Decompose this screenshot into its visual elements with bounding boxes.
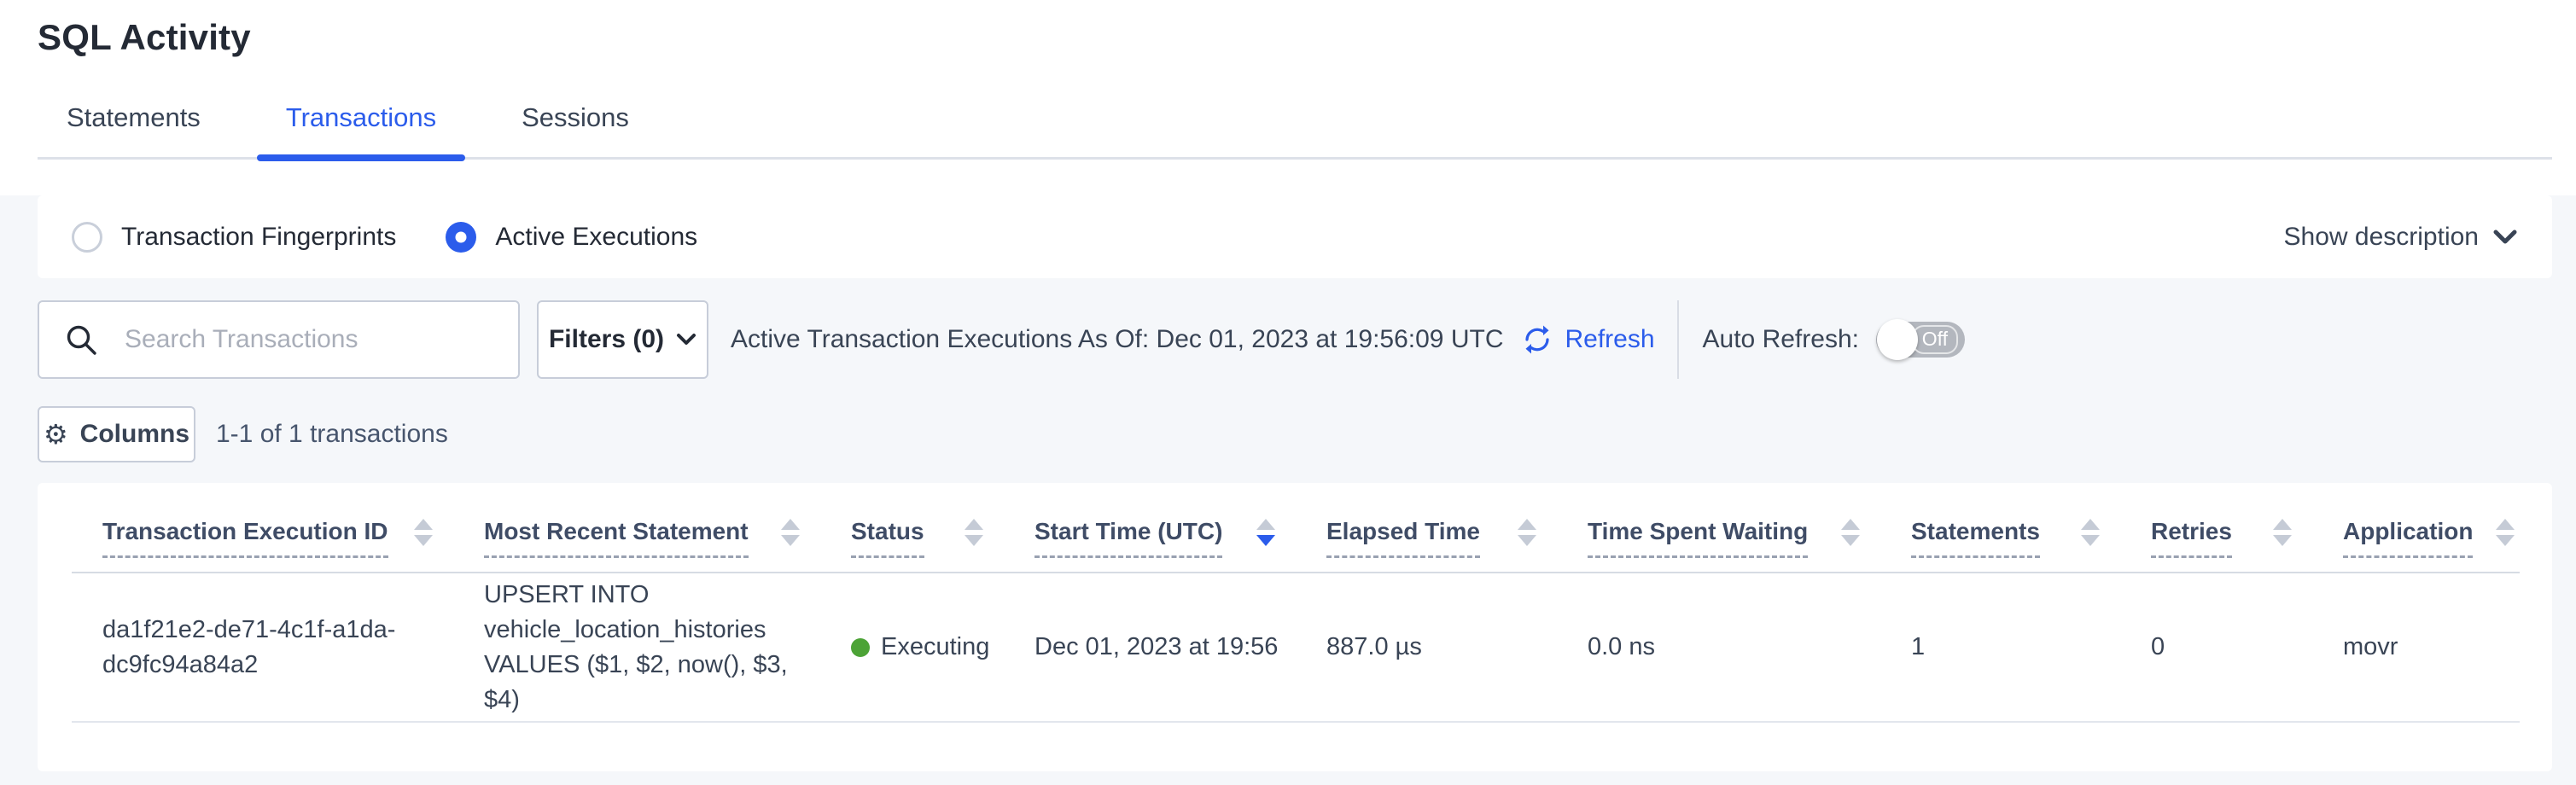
sort-icon bbox=[1841, 519, 1860, 546]
toggle-state-label: Off bbox=[1912, 325, 1958, 354]
columns-button-label: Columns bbox=[80, 420, 189, 449]
column-header-start-time[interactable]: Start Time (UTC) bbox=[1034, 483, 1326, 573]
search-input[interactable] bbox=[38, 300, 520, 379]
executing-status-dot bbox=[851, 638, 870, 657]
radio-label: Active Executions bbox=[495, 223, 697, 252]
column-header-application[interactable]: Application bbox=[2343, 483, 2520, 573]
result-count: 1-1 of 1 transactions bbox=[216, 420, 448, 449]
auto-refresh-label: Auto Refresh: bbox=[1703, 325, 1859, 354]
sort-icon bbox=[414, 519, 433, 546]
show-description-label: Show description bbox=[2284, 223, 2479, 252]
transactions-table: Transaction Execution ID Most Recent Sta… bbox=[72, 483, 2520, 723]
sort-icon bbox=[965, 519, 983, 546]
tab-transactions[interactable]: Transactions bbox=[257, 102, 465, 157]
sort-icon bbox=[1518, 519, 1536, 546]
radio-label: Transaction Fingerprints bbox=[121, 223, 396, 252]
columns-button[interactable]: ⚙ Columns bbox=[38, 406, 195, 462]
column-header-status[interactable]: Status bbox=[851, 483, 1034, 573]
column-header-retries[interactable]: Retries bbox=[2151, 483, 2343, 573]
radio-selected-icon bbox=[446, 222, 476, 253]
cell-time-spent-waiting: 0.0 ns bbox=[1588, 573, 1911, 722]
column-header-statements[interactable]: Statements bbox=[1911, 483, 2151, 573]
search-box bbox=[38, 300, 520, 379]
cell-most-recent-statement: UPSERT INTO vehicle_location_histories V… bbox=[484, 573, 851, 722]
cell-statements: 1 bbox=[1911, 573, 2151, 722]
radio-transaction-fingerprints[interactable]: Transaction Fingerprints bbox=[72, 222, 396, 253]
view-mode-card: Transaction Fingerprints Active Executio… bbox=[38, 195, 2552, 278]
as-of-timestamp: Active Transaction Executions As Of: Dec… bbox=[731, 325, 1503, 354]
cell-elapsed-time: 887.0 µs bbox=[1326, 573, 1588, 722]
vertical-divider bbox=[1677, 300, 1679, 379]
table-toolbar: ⚙ Columns 1-1 of 1 transactions bbox=[38, 406, 2552, 462]
cell-start-time: Dec 01, 2023 at 19:56 bbox=[1034, 573, 1326, 722]
view-mode-radio-group: Transaction Fingerprints Active Executio… bbox=[72, 222, 697, 253]
gear-icon: ⚙ bbox=[44, 421, 68, 448]
chevron-down-icon bbox=[676, 333, 696, 346]
sort-icon bbox=[781, 519, 800, 546]
chevron-down-icon bbox=[2492, 229, 2518, 246]
radio-unselected-icon bbox=[72, 222, 102, 253]
filters-button-label: Filters (0) bbox=[549, 325, 664, 354]
page-content: Transaction Fingerprints Active Executio… bbox=[0, 195, 2576, 785]
tab-bar: Statements Transactions Sessions bbox=[38, 102, 2552, 160]
search-icon bbox=[65, 323, 99, 358]
auto-refresh-toggle[interactable]: Off bbox=[1876, 322, 1965, 358]
refresh-icon bbox=[1520, 323, 1554, 357]
tab-statements[interactable]: Statements bbox=[38, 102, 230, 157]
table-row[interactable]: da1f21e2-de71-4c1f-a1da- dc9fc94a84a2 UP… bbox=[72, 573, 2520, 722]
status-label: Executing bbox=[881, 633, 989, 661]
sort-desc-icon bbox=[1256, 519, 1275, 546]
sort-icon bbox=[2081, 519, 2100, 546]
column-header-elapsed-time[interactable]: Elapsed Time bbox=[1326, 483, 1588, 573]
controls-row: Filters (0) Active Transaction Execution… bbox=[38, 300, 2552, 379]
column-header-time-spent-waiting[interactable]: Time Spent Waiting bbox=[1588, 483, 1911, 573]
cell-retries: 0 bbox=[2151, 573, 2343, 722]
cell-status: Executing bbox=[851, 573, 1034, 722]
column-header-most-recent-statement[interactable]: Most Recent Statement bbox=[484, 483, 851, 573]
sort-icon bbox=[2496, 519, 2515, 546]
filters-button[interactable]: Filters (0) bbox=[537, 300, 708, 379]
table-header-row: Transaction Execution ID Most Recent Sta… bbox=[72, 483, 2520, 573]
column-header-transaction-execution-id[interactable]: Transaction Execution ID bbox=[72, 483, 484, 573]
tab-sessions[interactable]: Sessions bbox=[492, 102, 658, 157]
refresh-button[interactable]: Refresh bbox=[1520, 323, 1654, 357]
show-description-toggle[interactable]: Show description bbox=[2284, 223, 2518, 252]
sort-icon bbox=[2273, 519, 2292, 546]
top-header: SQL Activity Statements Transactions Ses… bbox=[0, 0, 2576, 160]
cell-application: movr bbox=[2343, 573, 2520, 722]
refresh-label: Refresh bbox=[1565, 325, 1654, 354]
radio-active-executions[interactable]: Active Executions bbox=[446, 222, 697, 253]
transactions-table-card: Transaction Execution ID Most Recent Sta… bbox=[38, 483, 2552, 771]
page-title: SQL Activity bbox=[0, 0, 2576, 58]
cell-transaction-execution-id: da1f21e2-de71-4c1f-a1da- dc9fc94a84a2 bbox=[72, 573, 484, 722]
